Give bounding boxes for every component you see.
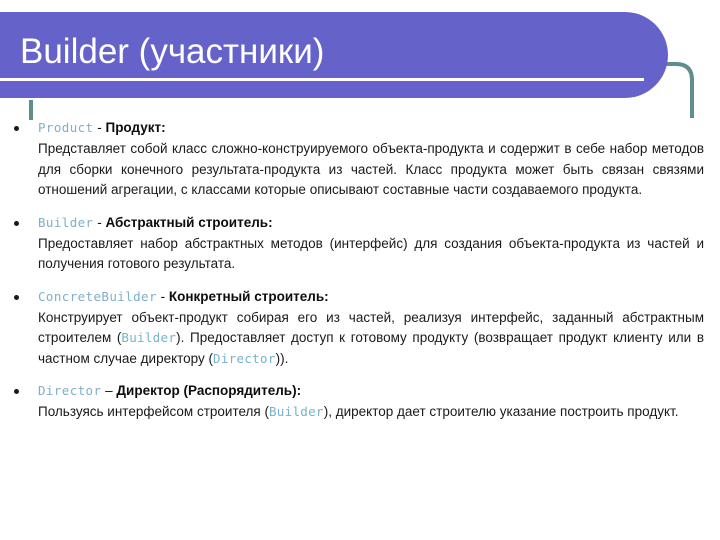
slide-body: Product - Продукт: Представляет собой кл… [0,118,720,435]
bullet-heading: ConcreteBuilder - Конкретный строитель: [38,287,704,307]
inline-pattern-keyword: Builder [121,330,177,345]
pattern-keyword: Director [38,383,102,398]
bullet-marker-icon [14,220,19,226]
heading-separator: - [93,120,106,135]
bullet-term: Абстрактный строитель [105,214,269,230]
body-text-run: )). [275,350,289,366]
list-item: ConcreteBuilder - Конкретный строитель: … [0,287,720,370]
pattern-keyword: Builder [38,214,94,230]
heading-colon: : [161,120,166,135]
bullet-term: Продукт [105,120,162,135]
body-text-run: Пользуясь интерфейсом строителя ( [38,404,269,419]
bullet-body: Пользуясь интерфейсом строителя (Builder… [38,402,704,423]
bullet-body: Предоставляет набор абстрактных методов … [38,234,704,275]
body-text-run: Предоставляет набор абстрактных методов … [38,235,704,272]
bullet-marker-icon [14,294,19,300]
bullet-heading: Product - Продукт: [38,118,704,138]
list-item: Director – Директор (Распорядитель): Пол… [0,381,720,423]
heading-separator: - [93,214,106,230]
body-text-run: Представляет собой класс сложно-конструи… [38,141,704,197]
bullet-marker-icon [14,126,19,131]
inline-pattern-keyword: Builder [268,404,324,419]
list-item: Builder - Абстрактный строитель: Предост… [0,213,720,275]
body-text-run: ), директор дает строителю указание пост… [323,404,679,419]
heading-colon: : [268,214,273,230]
bullet-term: Директор (Распорядитель) [116,383,297,398]
pattern-keyword: Product [38,120,94,135]
bullet-body: Конструирует объект-продукт собирая его … [38,308,704,370]
bullet-body: Представляет собой класс сложно-конструи… [38,139,704,201]
pattern-keyword: ConcreteBuilder [38,288,157,304]
bullet-term: Конкретный строитель [168,288,325,304]
heading-separator: - [156,288,169,304]
bullet-heading: Builder - Абстрактный строитель: [38,213,704,233]
title-banner-rule [0,78,644,81]
heading-colon: : [324,288,329,304]
bullet-heading: Director – Директор (Распорядитель): [38,381,704,401]
list-item: Product - Продукт: Представляет собой кл… [0,118,720,201]
heading-separator: – [101,383,117,398]
bullet-marker-icon [14,389,19,394]
inline-pattern-keyword: Director [213,350,276,366]
page-title: Builder (участники) [20,32,325,71]
heading-colon: : [296,383,302,398]
